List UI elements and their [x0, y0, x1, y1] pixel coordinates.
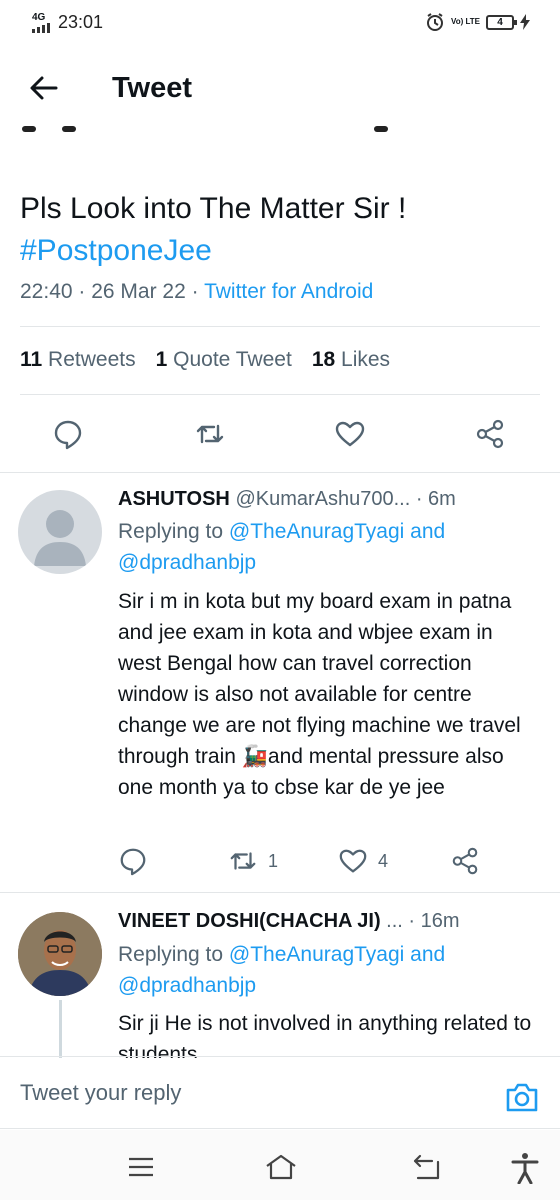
tweet-actions	[0, 412, 560, 456]
likes-label: Likes	[341, 348, 391, 371]
tweet-meta: 22:40 · 26 Mar 22 · Twitter for Android	[20, 280, 373, 304]
like-count: 4	[378, 850, 389, 871]
accessibility-button[interactable]	[510, 1152, 540, 1184]
header	[0, 44, 560, 132]
reply-icon	[54, 420, 82, 450]
volte-indicator: Vo) LTE	[450, 17, 480, 26]
retweet-icon	[196, 424, 224, 444]
status-left: 4G 23:01	[32, 12, 103, 33]
tweet-stats: 11 Retweets 1 Quote Tweet 18 Likes	[20, 348, 390, 372]
mention-and: and	[404, 943, 446, 966]
status-right: Vo) LTE 4	[425, 12, 530, 32]
share-icon	[476, 419, 504, 449]
network-type: 4G	[32, 11, 46, 23]
reply-time: · 16m	[408, 910, 460, 932]
divider	[0, 1056, 560, 1057]
divider	[0, 472, 560, 473]
battery-icon: 4	[486, 14, 517, 30]
retweets-count: 11	[20, 348, 43, 371]
reply-button[interactable]	[118, 846, 148, 876]
home-icon	[266, 1154, 296, 1180]
back-button[interactable]	[26, 70, 62, 106]
home-button[interactable]	[264, 1152, 296, 1182]
like-button[interactable]: 4	[338, 846, 388, 876]
arrow-left-icon	[30, 76, 58, 100]
camera-icon	[506, 1083, 538, 1112]
tweet-timestamp: 22:40 · 26 Mar 22 ·	[20, 280, 205, 303]
reply-text: Sir i m in kota but my board exam in pat…	[118, 590, 521, 799]
tweet-body: Pls Look into The Matter Sir !	[20, 192, 407, 225]
thread-line	[59, 1000, 62, 1058]
avatar[interactable]	[18, 912, 102, 996]
network-indicator: 4G	[32, 11, 54, 33]
text-remnant	[374, 126, 388, 132]
divider	[20, 326, 540, 327]
reply-author-name[interactable]: VINEET DOSHI(CHACHA JI)	[118, 910, 381, 932]
likes-stat[interactable]: 18 Likes	[312, 348, 390, 372]
like-button[interactable]	[334, 418, 366, 450]
reply-header: ASHUTOSH @KumarAshu700... · 6m	[118, 488, 456, 511]
divider	[20, 394, 540, 395]
accessibility-icon	[511, 1153, 539, 1184]
reply-button[interactable]	[52, 418, 84, 450]
menu-icon	[129, 1157, 153, 1177]
mention-link[interactable]: @dpradhanbjp	[118, 551, 256, 574]
replying-prefix: Replying to	[118, 520, 229, 543]
page-title: Tweet	[112, 72, 193, 104]
like-icon	[339, 849, 367, 873]
default-avatar-icon	[34, 510, 86, 566]
share-button[interactable]	[450, 846, 480, 876]
replying-prefix: Replying to	[118, 943, 229, 966]
mention-link[interactable]: @dpradhanbjp	[118, 974, 256, 997]
share-icon	[452, 847, 478, 875]
divider	[0, 1128, 560, 1129]
replying-to: Replying to @TheAnuragTyagi and @dpradha…	[118, 939, 538, 1001]
like-icon	[335, 421, 365, 447]
hashtag-link[interactable]: #PostponeJee	[20, 230, 540, 272]
avatar[interactable]	[18, 490, 102, 574]
back-icon	[413, 1154, 440, 1180]
mention-link[interactable]: @TheAnuragTyagi	[229, 520, 404, 543]
charging-icon	[520, 14, 530, 30]
reply-author-handle[interactable]: @KumarAshu700...	[235, 488, 410, 510]
camera-button[interactable]	[504, 1080, 540, 1114]
alarm-icon	[426, 13, 443, 31]
likes-count: 18	[311, 348, 336, 371]
back-nav-button[interactable]	[412, 1152, 442, 1182]
retweet-icon	[230, 852, 256, 870]
profile-photo-icon	[18, 912, 102, 996]
clock: 23:01	[58, 12, 104, 32]
divider	[0, 892, 560, 893]
signal-icon	[32, 22, 50, 33]
reply-input[interactable]: Tweet your reply	[20, 1080, 181, 1106]
share-button[interactable]	[474, 418, 506, 450]
replying-to: Replying to @TheAnuragTyagi and @dpradha…	[118, 516, 538, 578]
quotes-stat[interactable]: 1 Quote Tweet	[156, 348, 292, 372]
reply-author-handle[interactable]: ...	[386, 910, 403, 932]
retweet-count: 1	[268, 850, 279, 871]
reply-text: Sir ji He is not involved in anything re…	[118, 1012, 532, 1058]
reply-time: · 6m	[415, 488, 456, 510]
status-bar: 4G 23:01 Vo) LTE 4	[0, 0, 560, 44]
reply-author-name[interactable]: ASHUTOSH	[118, 488, 230, 510]
reply-header: VINEET DOSHI(CHACHA JI) ... · 16m	[118, 910, 460, 933]
menu-button[interactable]	[126, 1152, 156, 1182]
retweets-label: Retweets	[48, 348, 136, 371]
mention-link[interactable]: @TheAnuragTyagi	[229, 943, 404, 966]
quotes-label: Quote Tweet	[173, 348, 292, 371]
text-remnant	[62, 126, 76, 132]
retweet-button[interactable]	[194, 418, 226, 450]
tweet-source-link[interactable]: Twitter for Android	[204, 280, 373, 303]
mention-and: and	[404, 520, 446, 543]
retweets-stat[interactable]: 11 Retweets	[20, 348, 136, 372]
tweet-text: Pls Look into The Matter Sir ! #Postpone…	[20, 188, 540, 272]
text-remnant	[22, 126, 36, 132]
retweet-button[interactable]: 1	[228, 846, 278, 876]
quotes-count: 1	[155, 348, 168, 371]
reply-icon	[120, 848, 146, 876]
